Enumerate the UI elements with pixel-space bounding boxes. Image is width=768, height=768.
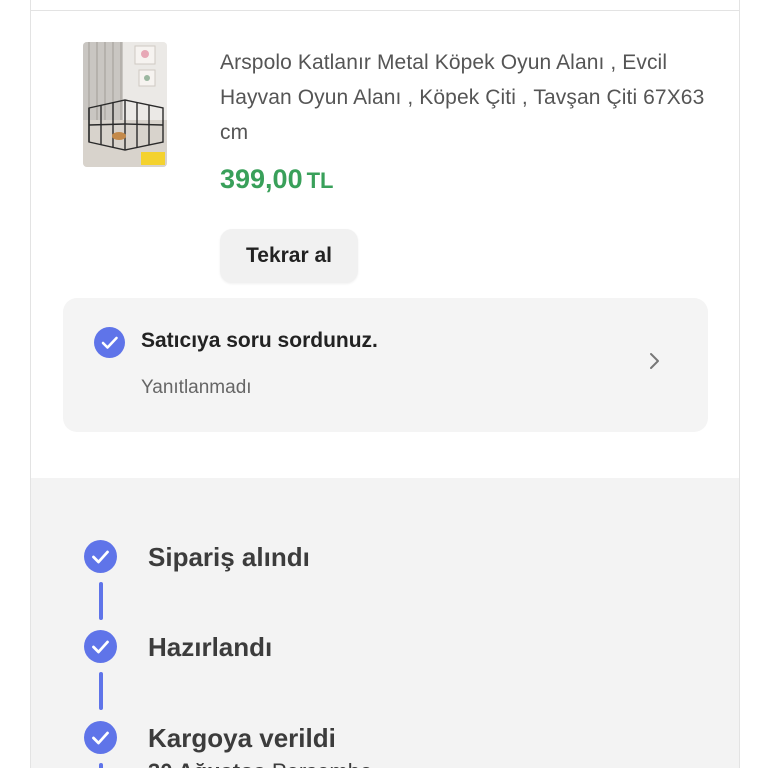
seller-question-card[interactable]: Satıcıya soru sordunuz. Yanıtlanmadı — [63, 298, 708, 432]
price-amount: 399,00 — [220, 164, 303, 194]
rebuy-button[interactable]: Tekrar al — [220, 229, 358, 283]
product-section: Arspolo Katlanır Metal Köpek Oyun Alanı … — [31, 11, 739, 478]
product-title[interactable]: Arspolo Katlanır Metal Köpek Oyun Alanı … — [220, 45, 710, 150]
product-image[interactable] — [83, 42, 167, 167]
timeline-step-shipped: Kargoya verildi 30 Ağustos Perşembe — [31, 721, 739, 768]
timeline-connector — [99, 672, 103, 710]
timeline-connector — [99, 582, 103, 620]
question-title: Satıcıya soru sordunuz. — [141, 329, 378, 352]
chevron-right-icon — [650, 353, 659, 369]
timeline-step-label: Sipariş alındı — [148, 542, 310, 572]
timeline-step-label: Hazırlandı — [148, 632, 273, 662]
order-timeline: Sipariş alındı Hazırlandı Kargoya verild… — [31, 478, 739, 768]
timeline-step-prepared: Hazırlandı — [31, 630, 739, 670]
product-photo-icon — [83, 42, 167, 167]
timeline-step-order-received: Sipariş alındı — [31, 540, 739, 580]
timeline-step-label: Kargoya verildi — [148, 723, 336, 753]
check-circle-icon — [94, 327, 125, 358]
check-circle-icon — [84, 721, 117, 754]
shipped-weekday: Perşembe — [272, 759, 372, 768]
question-status: Yanıtlanmadı — [141, 377, 252, 398]
timeline-step-date: 30 Ağustos Perşembe — [148, 759, 372, 768]
price-currency: TL — [306, 168, 334, 193]
check-circle-icon — [84, 630, 117, 663]
product-price: 399,00 TL — [220, 164, 333, 195]
shipped-date: 30 Ağustos — [148, 759, 266, 768]
order-detail-page: Arspolo Katlanır Metal Köpek Oyun Alanı … — [30, 0, 740, 768]
check-circle-icon — [84, 540, 117, 573]
